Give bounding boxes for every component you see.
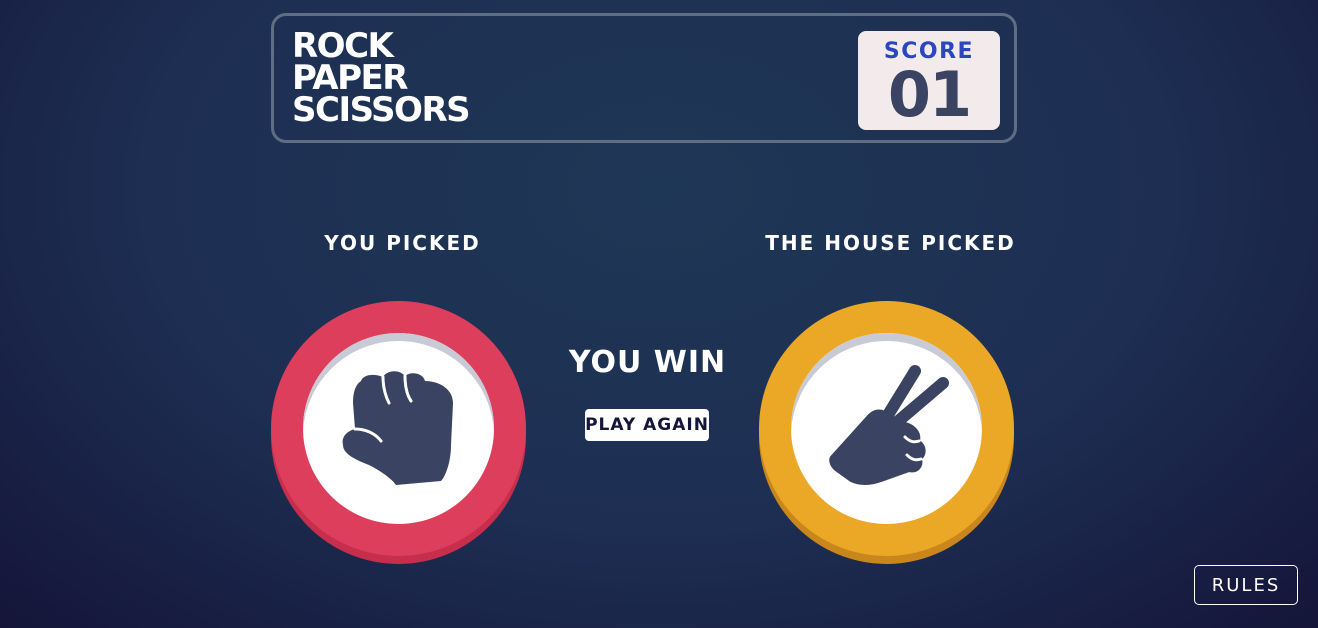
game-header: Rock Paper Scissors SCORE 01 bbox=[271, 13, 1017, 143]
player-choice-rock-token bbox=[271, 301, 526, 564]
rock-fist-icon bbox=[342, 371, 453, 485]
player-pick-label: YOU PICKED bbox=[324, 231, 481, 255]
score-box: SCORE 01 bbox=[858, 31, 1000, 130]
scissors-hand-icon bbox=[829, 365, 949, 485]
score-value: 01 bbox=[887, 58, 972, 131]
title-line-scissors: Scissors bbox=[292, 90, 471, 130]
game-title: Rock Paper Scissors bbox=[292, 29, 471, 130]
play-again-button[interactable]: PLAY AGAIN bbox=[585, 409, 709, 441]
scissors-token-face bbox=[791, 333, 982, 524]
rock-token-face bbox=[303, 333, 494, 524]
result-text: YOU WIN bbox=[568, 345, 727, 380]
rules-button[interactable]: RULES bbox=[1194, 565, 1298, 605]
house-choice-scissors-token bbox=[759, 301, 1014, 564]
house-pick-label: THE HOUSE PICKED bbox=[765, 231, 1016, 255]
